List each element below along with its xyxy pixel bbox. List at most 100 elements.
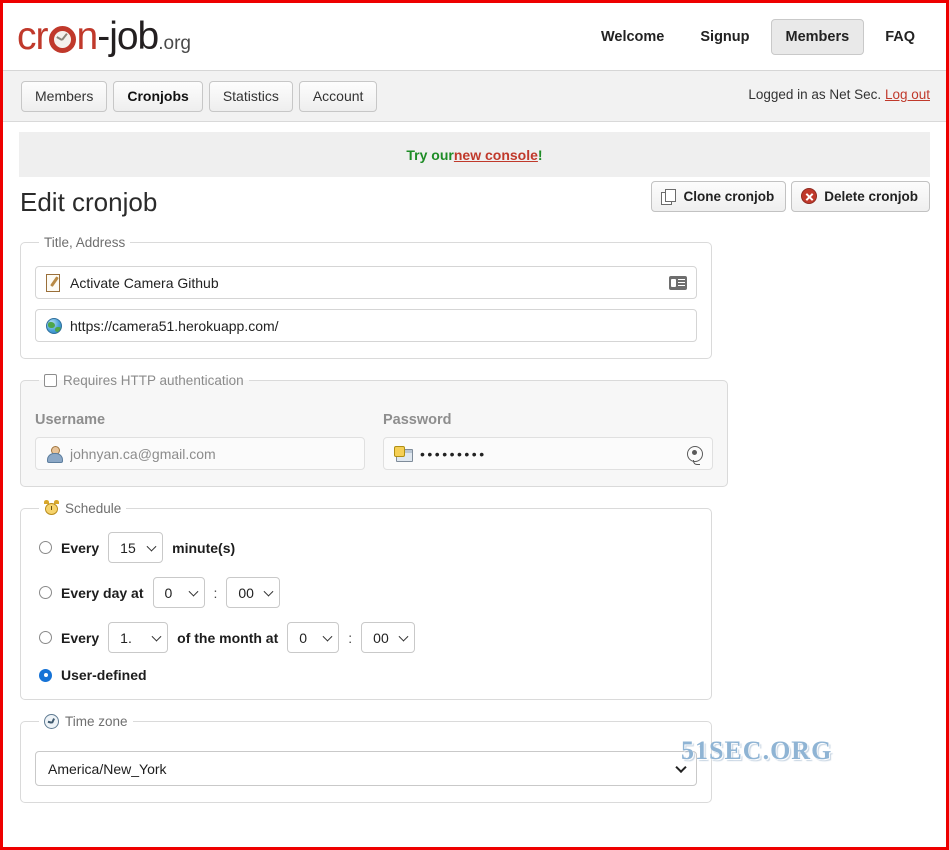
http-auth-fields: Username johnyan.ca@gmail.com Password •… [35,412,713,470]
month-hour-select[interactable]: 0 [287,622,340,653]
username-value: johnyan.ca@gmail.com [70,445,216,462]
chevron-down-icon [263,586,274,597]
banner-prefix-text: Try our [406,146,454,163]
password-lock-icon [394,446,413,462]
day-hour-select[interactable]: 0 [152,577,205,608]
http-auth-fieldset: Requires HTTP authentication Username jo… [20,373,728,487]
delete-cronjob-label: Delete cronjob [824,188,918,204]
schedule-row-every-month[interactable]: Every 1. of the month at 0 : 00 [35,622,697,653]
logo-text-n: n [76,14,99,58]
chevron-down-icon [322,631,333,642]
browser-page: cr n-job.org Welcome Signup Members FAQ M… [0,0,949,850]
main-content: Try our new console! Edit cronjob Clone … [3,132,946,803]
site-logo[interactable]: cr n-job.org [17,11,191,61]
logged-in-text: Logged in as Net Sec. [748,87,882,102]
http-auth-legend-label: Requires HTTP authentication [63,373,244,388]
requires-http-auth-checkbox[interactable] [44,374,57,387]
contact-card-icon[interactable] [669,275,687,290]
password-field[interactable]: ••••••••• [383,437,713,470]
clone-icon [661,188,677,205]
schedule-row-every-minutes[interactable]: Every 15 minute(s) [35,532,697,563]
chevron-down-icon [146,541,157,552]
login-status: Logged in as Net Sec. Log out [748,87,930,102]
timezone-clock-icon [44,714,59,729]
cronjob-url-field[interactable]: https://camera51.herokuapp.com/ [35,309,697,342]
timezone-select[interactable]: America/New_York [35,751,697,786]
every-month-label-mid: of the month at [177,629,279,646]
month-day-select[interactable]: 1. [108,622,169,653]
sub-navigation-bar: Members Cronjobs Statistics Account Logg… [3,71,946,122]
clone-cronjob-button[interactable]: Clone cronjob [651,181,787,212]
schedule-row-every-day[interactable]: Every day at 0 : 00 [35,577,697,608]
tab-account[interactable]: Account [298,81,378,112]
every-minutes-label-before: Every [61,539,100,556]
day-minute-select[interactable]: 00 [226,577,281,608]
every-month-label-before: Every [61,629,100,646]
http-auth-legend: Requires HTTP authentication [39,373,249,388]
delete-icon [801,188,818,204]
month-minute-select[interactable]: 00 [361,622,416,653]
radio-every-month[interactable] [39,631,52,644]
schedule-row-user-defined[interactable]: User-defined [35,667,697,683]
user-icon [46,445,63,463]
cronjob-url-value: https://camera51.herokuapp.com/ [70,317,279,334]
sub-navigation-tabs: Members Cronjobs Statistics Account [21,81,378,112]
minutes-select[interactable]: 15 [108,532,164,563]
username-field[interactable]: johnyan.ca@gmail.com [35,437,365,470]
topnav-item-welcome[interactable]: Welcome [586,19,679,55]
timezone-value: America/New_York [48,760,167,777]
month-day-value: 1. [120,629,132,646]
tab-cronjobs[interactable]: Cronjobs [113,81,203,112]
schedule-fieldset: Schedule Every 15 minute(s) Every day at… [20,500,712,700]
globe-icon [46,317,62,334]
month-hour-value: 0 [299,629,308,646]
clock-icon [48,25,76,53]
title-address-fieldset: Title, Address Activate Camera Github ht… [20,235,712,359]
chevron-down-icon [151,631,162,642]
topnav-item-faq[interactable]: FAQ [870,19,930,55]
page-title: Edit cronjob [20,187,158,217]
note-icon [46,274,62,292]
timezone-legend: Time zone [39,714,133,729]
topnav-item-signup[interactable]: Signup [685,19,764,55]
page-title-row: Edit cronjob Clone cronjob Delete cronjo… [19,181,930,235]
every-day-label: Every day at [61,584,144,601]
clone-cronjob-label: Clone cronjob [683,188,775,204]
new-console-banner: Try our new console! [19,132,930,177]
radio-user-defined[interactable] [39,668,52,682]
schedule-legend-label: Schedule [65,501,122,516]
password-value: ••••••••• [420,445,487,462]
banner-suffix-text: ! [537,146,543,163]
radio-every-minutes[interactable] [39,541,52,554]
user-defined-label: User-defined [61,667,147,683]
chevron-down-icon [398,631,409,642]
username-label: Username [35,412,106,428]
chevron-down-icon [675,761,687,773]
reveal-password-icon[interactable] [687,445,703,465]
cronjob-title-field[interactable]: Activate Camera Github [35,266,697,299]
new-console-link[interactable]: new console [454,147,538,163]
month-time-separator: : [348,629,353,646]
tab-members[interactable]: Members [21,81,108,112]
schedule-legend: Schedule [39,500,126,516]
radio-every-day[interactable] [39,586,52,599]
logo-text-org: .org [158,32,191,54]
timezone-legend-label: Time zone [65,714,128,729]
logout-link[interactable]: Log out [885,87,930,102]
every-minutes-label-after: minute(s) [172,539,236,556]
username-column: Username johnyan.ca@gmail.com [35,412,365,470]
timezone-fieldset: Time zone America/New_York [20,714,712,803]
month-minute-value: 00 [373,629,389,646]
title-address-legend: Title, Address [44,235,126,250]
cronjob-title-value: Activate Camera Github [70,274,219,291]
site-header: cr n-job.org Welcome Signup Members FAQ [3,3,946,71]
minutes-select-value: 15 [120,539,136,556]
chevron-down-icon [188,586,198,597]
tab-statistics[interactable]: Statistics [208,81,293,112]
alarm-clock-icon [44,500,59,516]
logo-text-job: -job [97,14,159,58]
delete-cronjob-button[interactable]: Delete cronjob [791,181,930,212]
day-minute-value: 00 [238,584,254,601]
topnav-item-members[interactable]: Members [770,19,865,55]
password-column: Password ••••••••• [383,412,713,470]
